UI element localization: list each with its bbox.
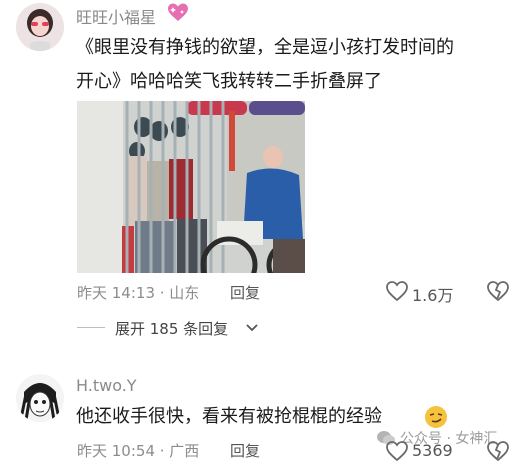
comment-username[interactable]: 旺旺小福星 <box>76 4 156 28</box>
avatar[interactable] <box>16 3 64 51</box>
like-count: 5369 <box>412 441 453 460</box>
comment-text-line2: 开心》哈哈哈笑飞我转转二手折叠屏了 <box>76 71 382 92</box>
comment-text: 他还收手很快，看来有被抢棍棍的经验 <box>76 406 382 427</box>
smirking-face-icon <box>424 405 448 429</box>
comment-meta: 昨天 14:13 · 山东 <box>77 284 200 302</box>
chevron-down-icon[interactable] <box>245 322 259 334</box>
like-count: 1.6万 <box>412 286 454 305</box>
avatar-image <box>16 3 64 51</box>
avatar-image <box>16 374 64 422</box>
reply-button[interactable]: 回复 <box>230 282 260 303</box>
avatar[interactable] <box>16 374 64 422</box>
comment-text-line1: 《眼里没有挣钱的欲望，全是逗小孩打发时间的 <box>76 37 454 58</box>
comment-username[interactable]: H.two.Y <box>76 376 137 395</box>
heart-icon[interactable] <box>385 280 409 302</box>
dislike-icon[interactable] <box>486 280 510 302</box>
comment-meta: 昨天 10:54 · 广西 <box>77 442 200 460</box>
heart-icon[interactable] <box>385 440 409 462</box>
comment-image[interactable] <box>77 101 305 273</box>
dislike-icon[interactable] <box>486 440 510 462</box>
reply-button[interactable]: 回复 <box>230 440 260 461</box>
sparkling-heart-icon <box>167 2 189 24</box>
expand-replies-button[interactable]: 展开 185 条回复 <box>115 318 228 339</box>
expand-divider <box>77 327 105 328</box>
